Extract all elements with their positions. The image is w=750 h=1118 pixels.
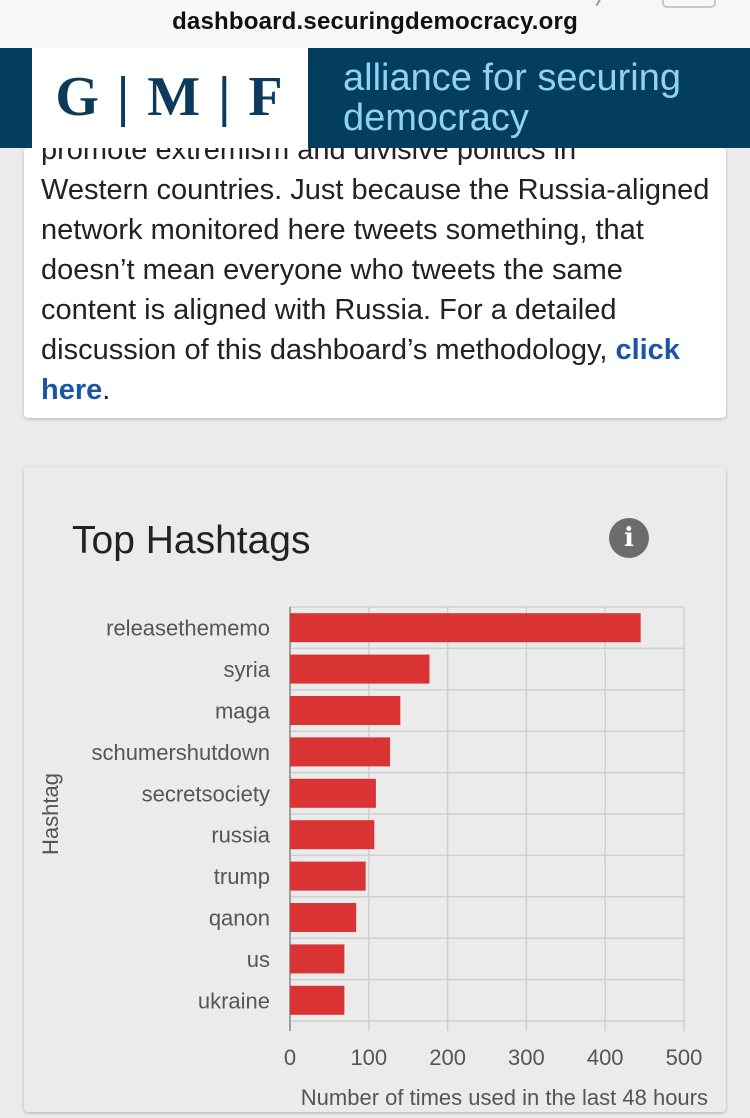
category-label: trump (214, 864, 270, 889)
x-tick-label: 500 (666, 1045, 703, 1070)
gmf-logo[interactable]: G | M | F (32, 48, 308, 148)
category-label: releasethememo (106, 616, 270, 641)
bar-russia (290, 820, 375, 850)
intro-paragraph: promote extremism and divisive politics … (41, 148, 711, 410)
x-tick-label: 0 (284, 1045, 296, 1070)
intro-card: promote extremism and divisive politics … (24, 148, 726, 418)
gmf-logo-text: G | M | F (55, 66, 285, 128)
category-label: russia (211, 823, 270, 848)
browser-address-bar[interactable]: dashboard.securingdemocracy.org (0, 0, 750, 48)
category-label: qanon (209, 906, 270, 931)
bar-schumershutdown (290, 737, 391, 767)
top-hashtags-card: Top Hashtags i releasethememo syria maga sc… (24, 467, 726, 1112)
category-label: maga (215, 699, 271, 724)
x-tick-label: 100 (350, 1045, 387, 1070)
y-axis-label: Hashtag (38, 773, 63, 855)
bar-ukraine (290, 985, 345, 1015)
bar-trump (290, 861, 366, 891)
site-header: G | M | F alliance for securing democrac… (0, 48, 750, 148)
category-label: secretsociety (142, 781, 270, 806)
browser-tick-mark (588, 0, 602, 6)
url-text: dashboard.securingdemocracy.org (172, 8, 578, 35)
category-label: us (247, 947, 270, 972)
bar-us (290, 944, 345, 974)
intro-end-text: . (102, 374, 111, 406)
intro-clipped-line: promote extremism and divisive politics … (41, 148, 577, 166)
category-label: ukraine (198, 988, 270, 1013)
x-tick-label: 400 (587, 1045, 624, 1070)
x-tick-label: 200 (429, 1045, 466, 1070)
intro-body-text: Western countries. Just because the Russ… (41, 174, 710, 366)
category-label: syria (224, 657, 271, 682)
tabs-button[interactable] (662, 0, 716, 8)
bar-qanon (290, 903, 357, 932)
bar-releasethememo (290, 613, 641, 643)
top-hashtags-chart: releasethememo syria maga schumershutdown se… (38, 606, 708, 1110)
bar-syria (290, 654, 430, 684)
x-tick-label: 300 (508, 1045, 545, 1070)
bar-secretsociety (290, 778, 376, 808)
site-tagline[interactable]: alliance for securing democracy (343, 58, 743, 138)
x-axis-label: Number of times used in the last 48 hour… (301, 1085, 708, 1110)
bar-maga (290, 696, 401, 725)
category-label: schumershutdown (91, 740, 270, 765)
